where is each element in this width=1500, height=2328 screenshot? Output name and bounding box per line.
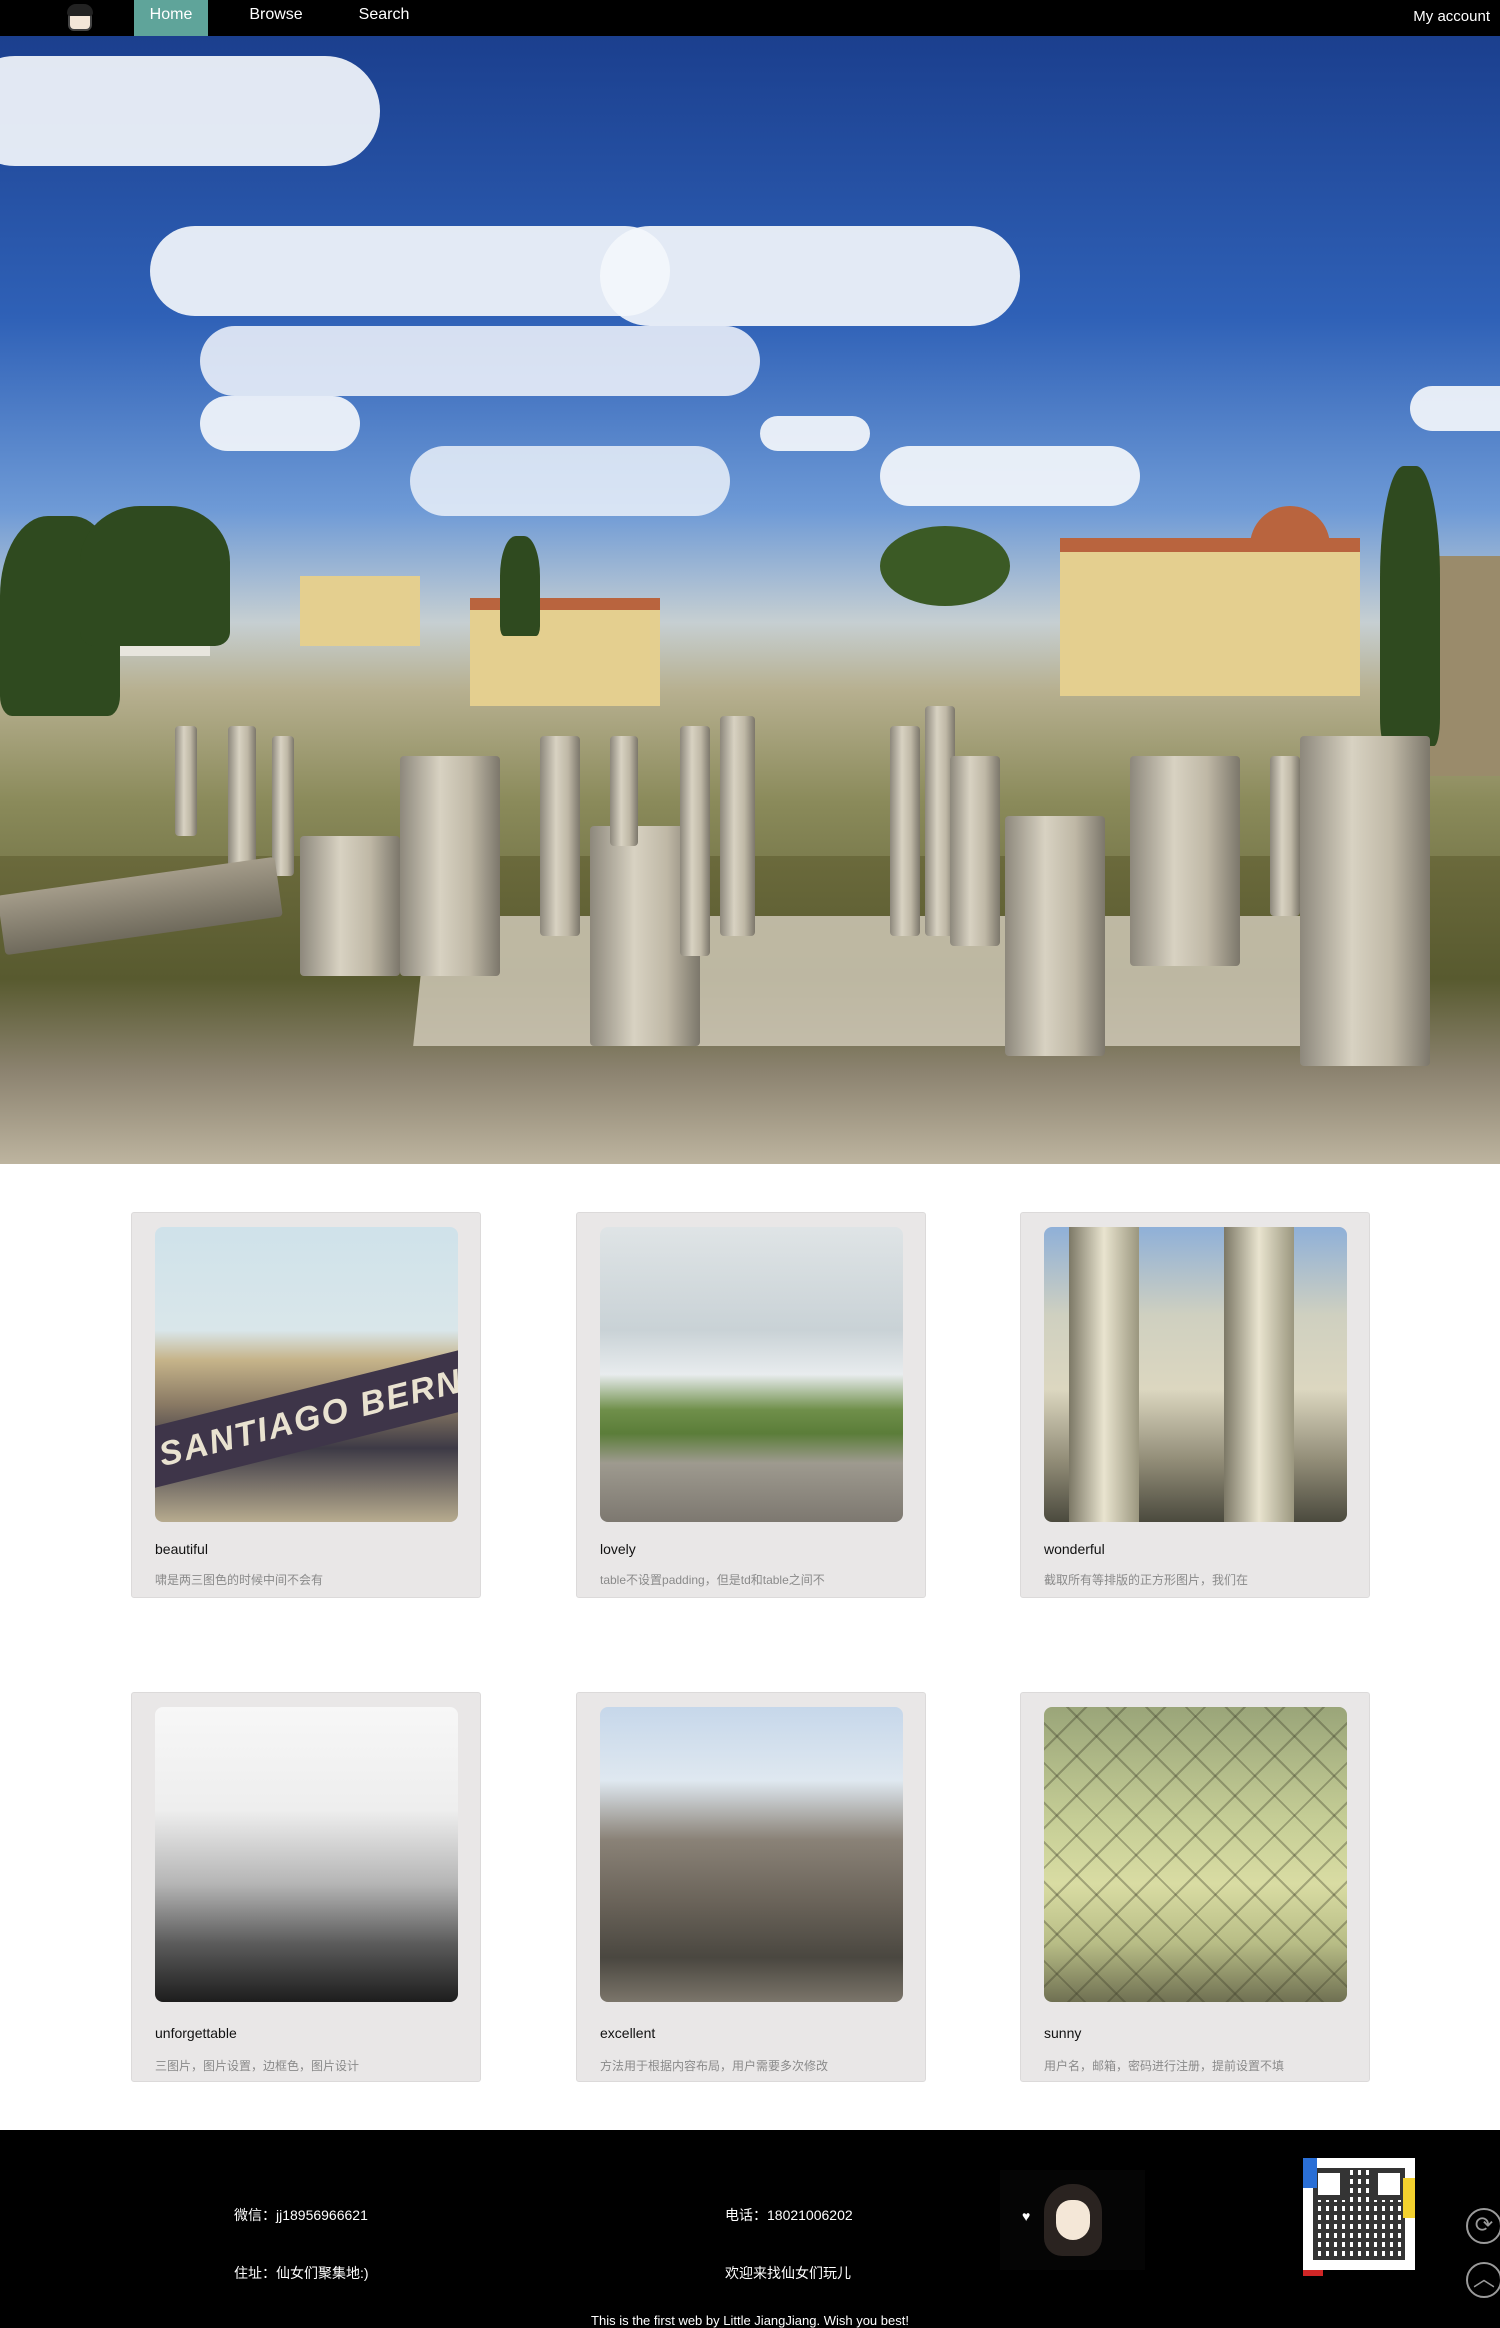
avatar-icon[interactable] xyxy=(60,0,100,36)
card-image[interactable] xyxy=(600,1227,903,1522)
card-title: sunny xyxy=(1044,2025,1082,2041)
top-nav: Home Browse Search My account xyxy=(0,0,1500,36)
card-description: 截取所有等排版的正方形图片，我们在 xyxy=(1044,1573,1249,1587)
back-to-top-icon[interactable]: ︿ xyxy=(1466,2262,1500,2298)
tab-home[interactable]: Home xyxy=(134,0,208,36)
footer-address: 住址：仙女们聚集地:) xyxy=(234,2265,369,2281)
card-description: 用户名，邮箱，密码进行注册，提前设置不填 xyxy=(1044,2059,1285,2073)
card-title: unforgettable xyxy=(155,2025,237,2041)
card-title: wonderful xyxy=(1044,1541,1105,1557)
card-image[interactable] xyxy=(1044,1227,1347,1522)
gallery-card[interactable]: SANTIAGO BERNA beautiful 啸是两三图色的时候中间不会有 xyxy=(131,1212,481,1598)
hero-image xyxy=(0,36,1500,1164)
card-description: 啸是两三图色的时候中间不会有 xyxy=(155,1573,324,1587)
footer-phone: 电话：18021006202 xyxy=(725,2207,853,2223)
gallery-card[interactable]: wonderful 截取所有等排版的正方形图片，我们在 xyxy=(1020,1212,1370,1598)
card-image[interactable] xyxy=(1044,1707,1347,2002)
tab-browse[interactable]: Browse xyxy=(236,0,316,36)
gallery-card[interactable]: sunny 用户名，邮箱，密码进行注册，提前设置不填 xyxy=(1020,1692,1370,2082)
card-image[interactable] xyxy=(155,1707,458,2002)
card-image[interactable]: SANTIAGO BERNA xyxy=(155,1227,458,1522)
refresh-icon[interactable]: ⟳ xyxy=(1466,2208,1500,2244)
card-image[interactable] xyxy=(600,1707,903,2002)
qr-code-icon xyxy=(1303,2158,1415,2276)
my-account-link[interactable]: My account xyxy=(1413,0,1490,36)
card-description: 三图片，图片设置，边框色，图片设计 xyxy=(155,2059,360,2073)
footer-copyright: This is the first web by Little JiangJia… xyxy=(591,2313,909,2328)
card-title: lovely xyxy=(600,1541,636,1557)
footer: 微信：jj18956966621 住址：仙女们聚集地:) 电话：18021006… xyxy=(0,2130,1500,2328)
card-title: beautiful xyxy=(155,1541,208,1557)
card-description: 方法用于根据内容布局，用户需要多次修改 xyxy=(600,2059,829,2073)
footer-welcome: 欢迎来找仙女们玩儿 xyxy=(725,2265,851,2281)
footer-wechat: 微信：jj18956966621 xyxy=(234,2207,368,2223)
gallery-card[interactable]: excellent 方法用于根据内容布局，用户需要多次修改 xyxy=(576,1692,926,2082)
girl-mascot-icon: ♥ xyxy=(1000,2170,1145,2270)
card-description: table不设置padding，但是td和table之间不 xyxy=(600,1573,825,1587)
tab-search[interactable]: Search xyxy=(344,0,424,36)
gallery-card[interactable]: lovely table不设置padding，但是td和table之间不 xyxy=(576,1212,926,1598)
gallery-card[interactable]: unforgettable 三图片，图片设置，边框色，图片设计 xyxy=(131,1692,481,2082)
card-title: excellent xyxy=(600,2025,656,2041)
